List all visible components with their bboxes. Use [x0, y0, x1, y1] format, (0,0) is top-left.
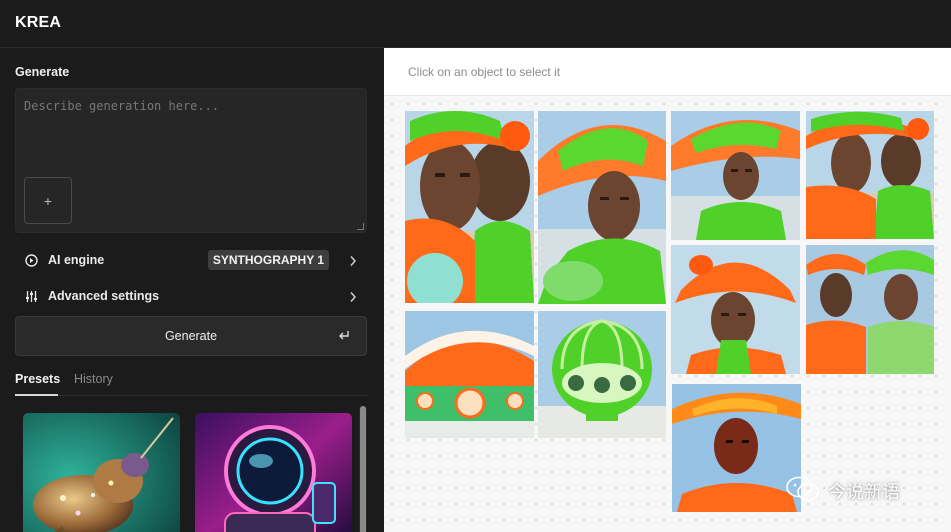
generate-button[interactable]: Generate	[15, 316, 367, 356]
scrollbar-thumb[interactable]	[360, 406, 366, 532]
presets-scrollbar[interactable]	[359, 406, 367, 532]
generated-image[interactable]	[806, 245, 934, 374]
generated-image[interactable]	[538, 111, 666, 304]
ai-engine-label: AI engine	[48, 253, 105, 267]
preset-card-insect[interactable]	[23, 413, 180, 532]
add-image-button[interactable]: +	[24, 177, 72, 224]
generated-image[interactable]	[672, 384, 801, 512]
tab-history[interactable]: History	[74, 372, 113, 396]
generated-image[interactable]	[671, 111, 800, 240]
engine-badge[interactable]: SYNTHOGRAPHY 1	[207, 250, 329, 270]
advanced-settings-row[interactable]: Advanced settings	[15, 282, 367, 310]
watermark: 今说新语	[786, 476, 926, 506]
generate-section-title: Generate	[15, 65, 70, 79]
prompt-box: +	[15, 88, 367, 233]
engine-icon	[24, 253, 38, 267]
advanced-settings-label: Advanced settings	[48, 289, 160, 303]
top-bar: KREA	[0, 0, 951, 48]
ai-engine-row[interactable]: AI engine SYNTHOGRAPHY 1	[15, 246, 367, 274]
chevron-right-icon	[349, 254, 357, 272]
generated-image[interactable]	[405, 311, 534, 438]
generated-image[interactable]	[806, 111, 934, 239]
generated-image[interactable]	[538, 311, 666, 438]
enter-key-icon	[338, 330, 350, 344]
preset-card-astronaut[interactable]	[195, 413, 352, 532]
sliders-icon	[24, 289, 38, 303]
chevron-right-icon	[349, 290, 357, 308]
plus-icon: +	[43, 192, 53, 209]
generated-image[interactable]	[405, 111, 534, 303]
app-logo[interactable]: KREA	[15, 14, 61, 32]
watermark-text: 今说新语	[828, 482, 900, 503]
wechat-logo-icon	[786, 476, 820, 507]
generated-image[interactable]	[671, 245, 800, 374]
canvas-hint: Click on an object to select it	[408, 65, 561, 79]
tab-presets[interactable]: Presets	[15, 372, 60, 396]
preset-tabs: Presets History	[15, 372, 367, 396]
sidebar: Generate + AI engine SYNTHOGRAPHY 1	[0, 48, 384, 532]
canvas-header: Click on an object to select it	[384, 48, 951, 96]
resize-handle[interactable]	[357, 223, 364, 230]
generate-button-label: Generate	[164, 329, 218, 343]
